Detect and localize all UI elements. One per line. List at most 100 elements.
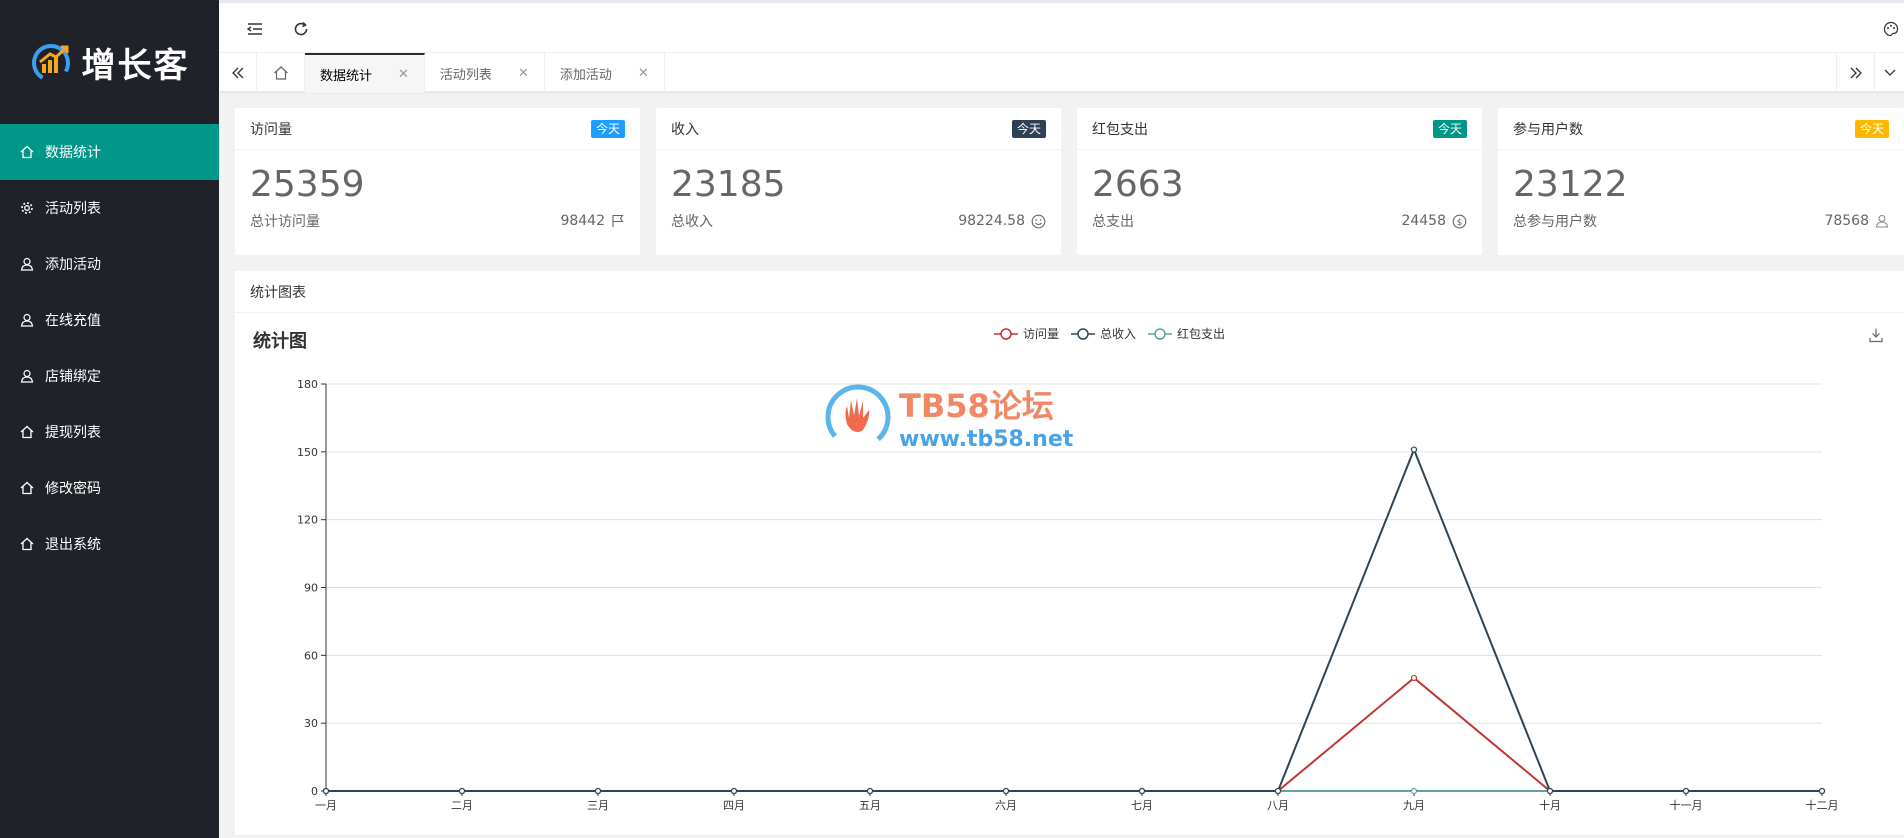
today-badge: 今天 (1011, 119, 1046, 138)
growth-logo-icon (31, 44, 70, 82)
sidebar-item-label: 数据统计 (45, 145, 101, 161)
card-value: 2663 (1092, 164, 1184, 205)
data-point (458, 787, 466, 795)
card-foot-value: 98442 (560, 213, 605, 229)
card-foot-label: 总收入 (671, 214, 713, 230)
user-icon (19, 256, 35, 272)
legend-label: 红包支出 (1177, 327, 1226, 341)
stat-card-redpacket: 红包支出 今天 2663 总支出 24458 $ (1077, 108, 1482, 255)
card-value: 23185 (671, 164, 786, 205)
card-title: 红包支出 (1092, 121, 1148, 138)
card-foot-value: 98224.58 (958, 213, 1025, 229)
data-point (1274, 787, 1282, 795)
download-icon[interactable] (1868, 327, 1884, 347)
x-tick-label: 一月 (315, 799, 337, 812)
refresh-icon[interactable] (289, 17, 313, 41)
data-point (1818, 787, 1826, 795)
smile-icon (1031, 214, 1046, 228)
data-point (1546, 787, 1554, 795)
x-tick-label: 五月 (859, 799, 881, 812)
sidebar-item-change-password[interactable]: 修改密码 (0, 460, 219, 516)
x-tick-label: 九月 (1403, 799, 1425, 812)
card-title: 访问量 (250, 121, 292, 138)
legend-label: 访问量 (1022, 327, 1059, 341)
stat-card-income: 收入 今天 23185 总收入 98224.58 (656, 108, 1061, 255)
user-icon (19, 312, 35, 328)
data-point (1682, 787, 1690, 795)
sidebar-item-label: 活动列表 (45, 201, 101, 217)
card-foot-label: 总支出 (1092, 214, 1134, 230)
y-tick-label: 90 (304, 582, 318, 595)
sidebar-item-label: 添加活动 (45, 257, 101, 273)
sidebar: 增长客 数据统计 活动列表 添加活动 在线充值 店铺绑定 提现列表 修改密码 退… (0, 0, 219, 838)
tab-label: 活动列表 (439, 67, 492, 83)
data-point (1410, 446, 1418, 453)
home-icon (19, 480, 35, 496)
data-point (594, 787, 602, 795)
watermark-url: www.tb58.net (899, 427, 1074, 452)
x-tick-label: 二月 (451, 799, 473, 812)
legend-item-income[interactable]: 总收入 (1070, 325, 1136, 342)
theme-palette-icon[interactable] (1879, 17, 1903, 41)
sidebar-item-label: 提现列表 (45, 425, 101, 441)
data-point (322, 787, 330, 795)
tabs-scroll-left-icon[interactable] (219, 53, 257, 93)
sidebar-item-add-activity[interactable]: 添加活动 (0, 236, 219, 292)
card-foot-value: 24458 (1401, 213, 1446, 229)
close-icon[interactable]: ✕ (518, 66, 529, 81)
close-icon[interactable]: ✕ (638, 66, 649, 81)
home-tab-icon[interactable] (257, 53, 305, 93)
x-tick-label: 十一月 (1670, 798, 1703, 812)
tab-add-activity[interactable]: 添加活动 ✕ (545, 53, 665, 93)
data-point (594, 787, 602, 795)
page-tabs: 数据统计 ✕ 活动列表 ✕ 添加活动 ✕ (305, 53, 665, 93)
legend-item-visits[interactable]: 访问量 (993, 325, 1059, 342)
x-tick-label: 七月 (1131, 799, 1153, 812)
sidebar-item-withdraw-list[interactable]: 提现列表 (0, 404, 219, 460)
x-tick-label: 三月 (587, 799, 609, 812)
data-point (1682, 787, 1690, 795)
data-point (1546, 787, 1554, 795)
user-icon (1875, 214, 1889, 228)
data-point (1002, 787, 1010, 795)
y-tick-label: 60 (304, 649, 318, 662)
home-icon (19, 536, 35, 552)
x-tick-label: 四月 (723, 799, 745, 812)
sidebar-item-online-recharge[interactable]: 在线充值 (0, 292, 219, 348)
home-icon (19, 424, 35, 440)
data-point (1818, 787, 1826, 795)
y-tick-label: 180 (297, 378, 318, 391)
data-point (730, 787, 738, 795)
flag-icon (612, 214, 624, 227)
legend-item-redpacket[interactable]: 红包支出 (1148, 325, 1225, 342)
tabs-dropdown-icon[interactable] (1874, 53, 1904, 93)
dollar-icon: $ (1452, 214, 1467, 228)
sidebar-item-activity-list[interactable]: 活动列表 (0, 180, 219, 236)
chart-section-header: 统计图表 (235, 271, 1904, 313)
data-point (1274, 787, 1282, 795)
home-icon (19, 144, 35, 160)
menu-collapse-icon[interactable] (243, 17, 267, 41)
tab-data-stats[interactable]: 数据统计 ✕ (305, 53, 425, 93)
legend-label: 总收入 (1099, 327, 1136, 341)
legend-marker (993, 327, 1018, 340)
data-point (866, 787, 874, 795)
sidebar-item-shop-binding[interactable]: 店铺绑定 (0, 348, 219, 404)
close-icon[interactable]: ✕ (398, 67, 409, 82)
chart-legend: 访问量 总收入 红包支出 (235, 325, 1904, 342)
sidebar-item-label: 修改密码 (45, 481, 101, 497)
chart-card: 统计图表 统计图 访问量 总收入 红包支出 TB58论坛 www.tb58.ne… (235, 271, 1904, 835)
data-point (1410, 674, 1418, 682)
logo[interactable]: 增长客 (0, 0, 219, 124)
hand-logo-icon (825, 384, 891, 449)
sidebar-item-label: 店铺绑定 (45, 369, 101, 385)
y-tick-label: 120 (297, 514, 318, 527)
series-line (326, 676, 1822, 792)
today-badge: 今天 (1854, 119, 1889, 138)
tabs-scroll-right-icon[interactable] (1836, 53, 1874, 93)
sidebar-item-logout[interactable]: 退出系统 (0, 516, 219, 572)
watermark: TB58论坛 www.tb58.net (825, 381, 1073, 452)
sidebar-item-data-stats[interactable]: 数据统计 (0, 124, 219, 180)
watermark-title: TB58论坛 (899, 387, 1054, 425)
tab-activity-list[interactable]: 活动列表 ✕ (425, 53, 545, 93)
